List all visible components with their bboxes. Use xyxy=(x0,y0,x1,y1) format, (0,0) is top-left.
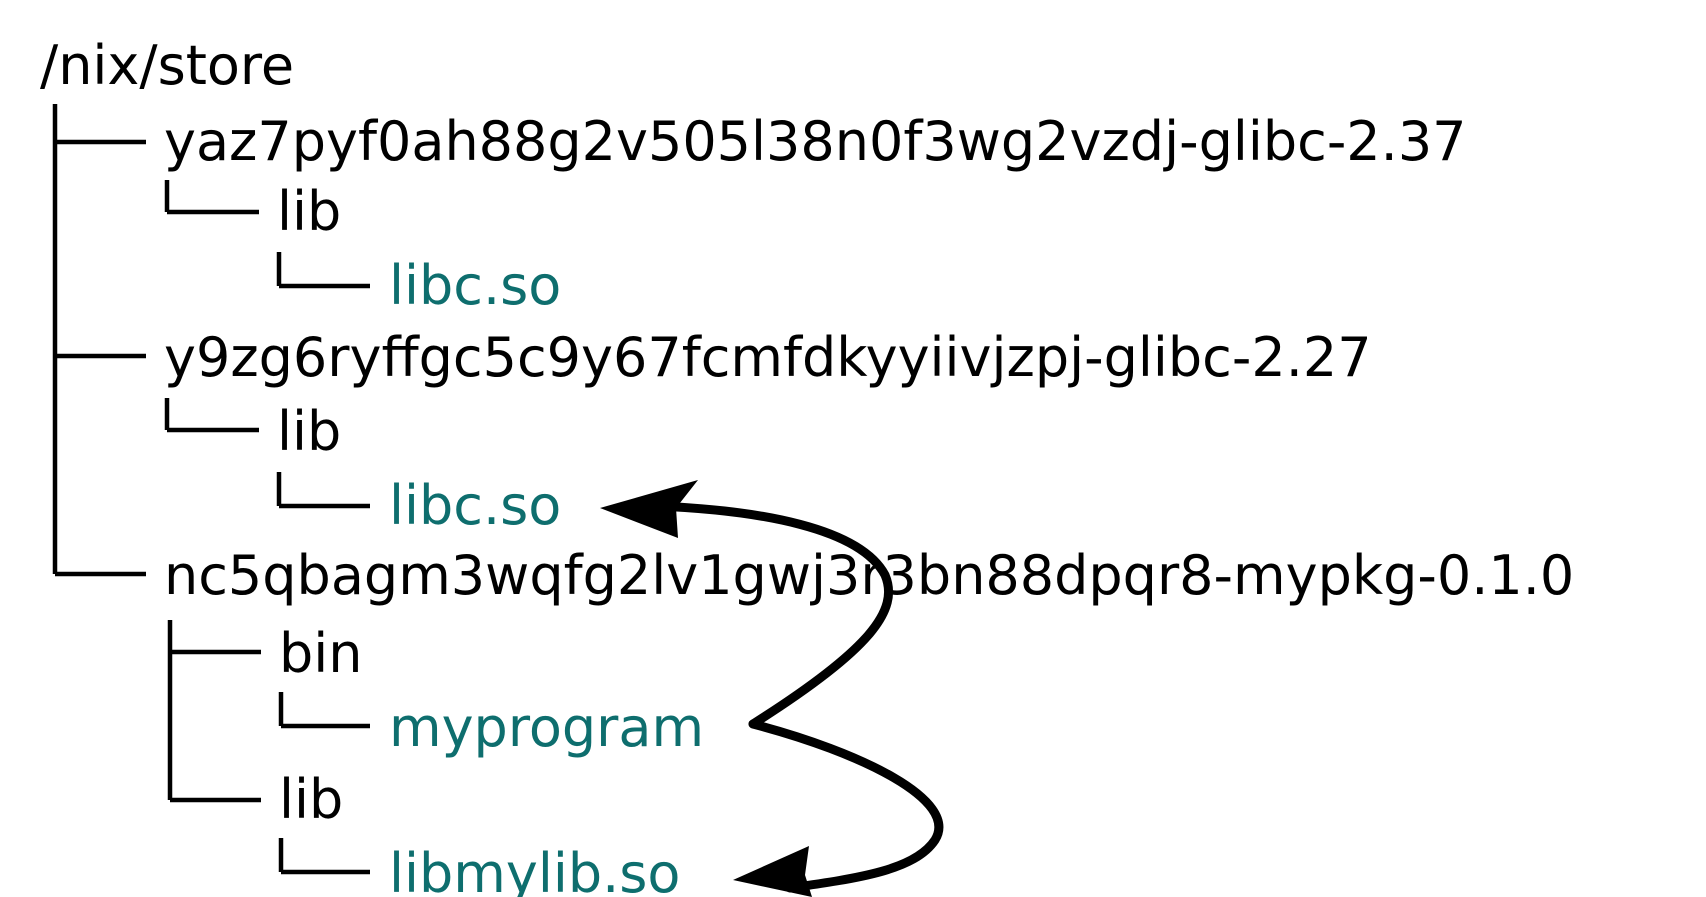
package-3-lib-label: lib xyxy=(279,768,343,831)
package-1-lib-label: lib xyxy=(277,180,341,243)
package-3-myprogram-label: myprogram xyxy=(389,696,704,759)
dependency-arrows xyxy=(600,480,944,897)
arrowhead-libmylib xyxy=(733,846,812,897)
package-3-bin-label: bin xyxy=(279,622,363,685)
package-2-libc-label: libc.so xyxy=(389,474,561,537)
tree-labels: /nix/store yaz7pyf0ah88g2v505l38n0f3wg2v… xyxy=(40,34,1574,897)
package-2-label: y9zg6ryffgc5c9y67fcmfdkyyiivjzpj-glibc-2… xyxy=(164,326,1372,389)
nix-store-tree-diagram: /nix/store yaz7pyf0ah88g2v505l38n0f3wg2v… xyxy=(40,34,1574,897)
package-3-libmylib-label: libmylib.so xyxy=(389,842,680,897)
package-2-lib-label: lib xyxy=(277,400,341,463)
link-myprogram-to-libc xyxy=(650,501,893,729)
package-1-label: yaz7pyf0ah88g2v505l38n0f3wg2vzdj-glibc-2… xyxy=(164,110,1467,173)
root-label: /nix/store xyxy=(40,34,294,97)
package-1-libc-label: libc.so xyxy=(389,254,561,317)
